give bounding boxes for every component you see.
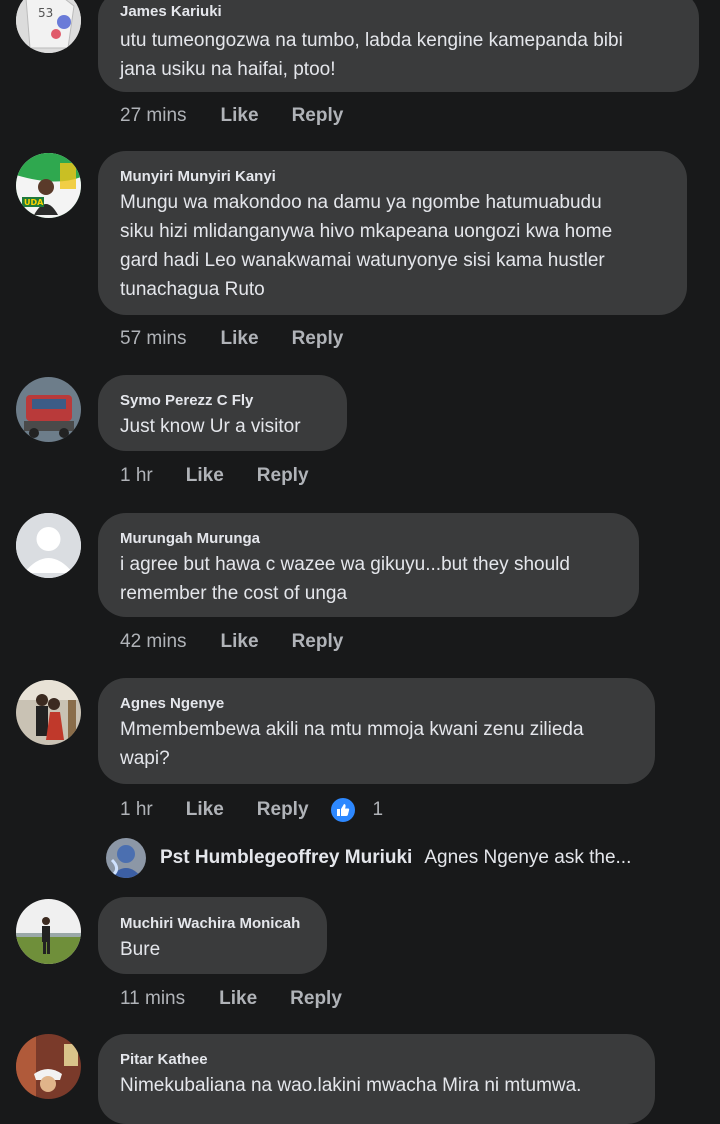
like-reaction-icon[interactable] <box>328 796 357 824</box>
comment: UDA Munyiri Munyiri Kanyi Mungu wa makon… <box>0 150 720 360</box>
comment: Symo Perezz C Fly Just know Ur a visitor… <box>0 374 720 494</box>
comment-bubble: Agnes Ngenye Mmembembewa akili na mtu mm… <box>98 678 655 784</box>
comment-author[interactable]: Munyiri Munyiri Kanyi <box>120 168 665 186</box>
comment-actions: 11 mins Like Reply <box>120 987 342 1011</box>
comment-text-line: i agree but hawa c wazee wa gikuyu...but… <box>120 554 570 575</box>
comment-text-line: Nimekubaliana na wao.lakini mwacha Mira … <box>120 1075 582 1096</box>
comment-bubble: Symo Perezz C Fly Just know Ur a visitor <box>98 375 347 451</box>
reply-text: Agnes Ngenye ask the... <box>424 847 632 868</box>
comment-text-line: jana usiku na haifai, ptoo! <box>120 59 336 80</box>
reply-author[interactable]: Pst Humblegeoffrey Muriuki <box>160 847 412 869</box>
comment-actions: 1 hr Like Reply <box>120 464 309 488</box>
comment: 53 James Kariuki utu tumeongozwa na tumb… <box>0 0 720 140</box>
reply-button[interactable]: Reply <box>292 327 344 351</box>
comment-text-line: Just know Ur a visitor <box>120 416 301 437</box>
like-button[interactable]: Like <box>221 104 259 128</box>
avatar[interactable] <box>16 899 81 964</box>
comment: Agnes Ngenye Mmembembewa akili na mtu mm… <box>0 678 720 828</box>
reply-button[interactable]: Reply <box>290 987 342 1011</box>
reply-button[interactable]: Reply <box>257 798 309 822</box>
comment-text-line: Mungu wa makondoo na damu ya ngombe hatu… <box>120 192 602 213</box>
avatar[interactable] <box>16 513 81 578</box>
comment-text-line: siku hizi mlidanganywa hivo mkapeana uon… <box>120 221 613 242</box>
comment-text-line: gard hadi Leo wanakwamai watunyonye sisi… <box>120 250 605 271</box>
comment-time[interactable]: 1 hr <box>120 464 153 488</box>
comment-author[interactable]: Pitar Kathee <box>120 1051 633 1069</box>
reply-preview[interactable]: Pst Humblegeoffrey Muriuki Agnes Ngenye … <box>106 838 632 878</box>
comment-text-line: tunachagua Ruto <box>120 279 265 300</box>
avatar[interactable] <box>16 377 81 442</box>
avatar[interactable] <box>106 838 146 878</box>
comment-actions: 1 hr Like Reply 1 <box>120 796 383 824</box>
uda-badge-text: UDA <box>24 198 44 207</box>
comment-time[interactable]: 27 mins <box>120 104 187 128</box>
avatar[interactable] <box>16 1034 81 1099</box>
like-button[interactable]: Like <box>219 987 257 1011</box>
svg-text:53: 53 <box>38 6 53 20</box>
like-button[interactable]: Like <box>221 327 259 351</box>
comment-author[interactable]: Agnes Ngenye <box>120 695 633 713</box>
comment-bubble: Pitar Kathee Nimekubaliana na wao.lakini… <box>98 1034 655 1124</box>
comment-text-line: wapi? <box>120 748 170 769</box>
comment-actions: 42 mins Like Reply <box>120 630 343 654</box>
avatar[interactable] <box>16 680 81 745</box>
comment: Muchiri Wachira Monicah Bure 11 mins Lik… <box>0 897 720 1017</box>
avatar[interactable]: UDA <box>16 153 81 218</box>
comment-author[interactable]: Symo Perezz C Fly <box>120 392 325 410</box>
comment-time[interactable]: 57 mins <box>120 327 187 351</box>
comment-text-line: remember the cost of unga <box>120 583 348 604</box>
avatar[interactable]: 53 <box>16 0 81 53</box>
reaction-count[interactable]: 1 <box>373 798 384 822</box>
comment-author[interactable]: Muchiri Wachira Monicah <box>120 915 305 933</box>
comment-text-line: Mmembembewa akili na mtu mmoja kwani zen… <box>120 719 584 740</box>
comment-author[interactable]: James Kariuki <box>120 3 677 21</box>
reply-button[interactable]: Reply <box>292 630 344 654</box>
comment-actions: 27 mins Like Reply <box>120 104 343 128</box>
comment-actions: 57 mins Like Reply <box>120 327 343 351</box>
comment-bubble: James Kariuki utu tumeongozwa na tumbo, … <box>98 0 699 92</box>
comment-text-line: Bure <box>120 939 161 960</box>
comment: Murungah Murunga i agree but hawa c waze… <box>0 512 720 662</box>
comment: Pitar Kathee Nimekubaliana na wao.lakini… <box>0 1034 720 1124</box>
comment-author[interactable]: Murungah Murunga <box>120 530 617 548</box>
like-button[interactable]: Like <box>186 798 224 822</box>
comment-text-line: utu tumeongozwa na tumbo, labda kengine … <box>120 30 623 51</box>
comment-time[interactable]: 11 mins <box>120 987 185 1011</box>
like-button[interactable]: Like <box>186 464 224 488</box>
reply-button[interactable]: Reply <box>257 464 309 488</box>
comment-bubble: Muchiri Wachira Monicah Bure <box>98 897 327 974</box>
comment-time[interactable]: 1 hr <box>120 798 153 822</box>
comment-bubble: Murungah Murunga i agree but hawa c waze… <box>98 513 639 617</box>
like-button[interactable]: Like <box>221 630 259 654</box>
comment-bubble: Munyiri Munyiri Kanyi Mungu wa makondoo … <box>98 151 687 315</box>
reply-button[interactable]: Reply <box>292 104 344 128</box>
comment-time[interactable]: 42 mins <box>120 630 187 654</box>
